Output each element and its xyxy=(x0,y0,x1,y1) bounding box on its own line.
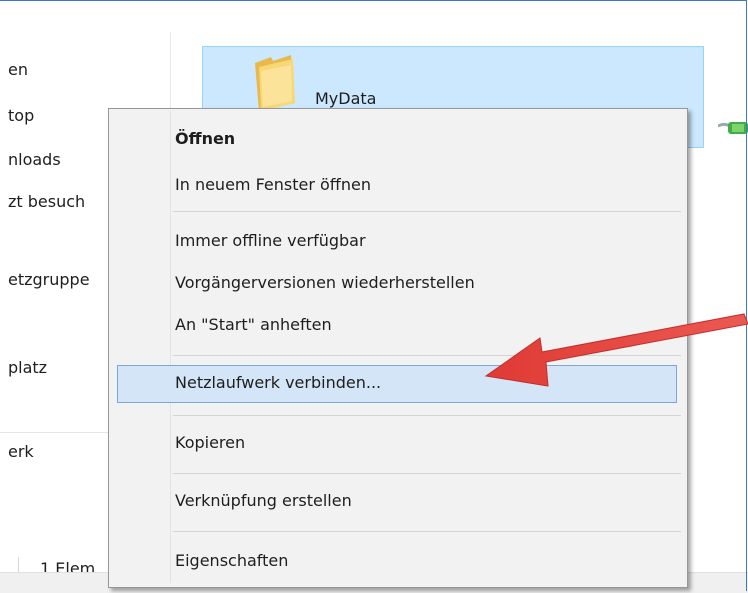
menu-item-open[interactable]: Öffnen xyxy=(175,129,235,148)
menu-separator xyxy=(173,473,681,474)
menu-item-open-new-window[interactable]: In neuem Fenster öffnen xyxy=(175,175,371,194)
menu-separator xyxy=(173,211,681,212)
menu-separator xyxy=(173,415,681,416)
menu-separator xyxy=(173,355,681,356)
menu-item-copy[interactable]: Kopieren xyxy=(175,433,245,452)
menu-item-pin-to-start[interactable]: An "Start" anheften xyxy=(175,315,332,334)
menu-item-create-shortcut[interactable]: Verknüpfung erstellen xyxy=(175,491,352,510)
menu-item-always-offline[interactable]: Immer offline verfügbar xyxy=(175,231,366,250)
menu-item-map-network-drive[interactable]: Netzlaufwerk verbinden... xyxy=(175,373,381,392)
menu-separator xyxy=(173,531,681,532)
menu-icon-gutter xyxy=(170,111,171,583)
menu-item-properties[interactable]: Eigenschaften xyxy=(175,551,288,570)
menu-item-restore-previous-versions[interactable]: Vorgängerversionen wiederherstellen xyxy=(175,273,475,292)
context-menu: Öffnen In neuem Fenster öffnen Immer off… xyxy=(108,108,688,588)
